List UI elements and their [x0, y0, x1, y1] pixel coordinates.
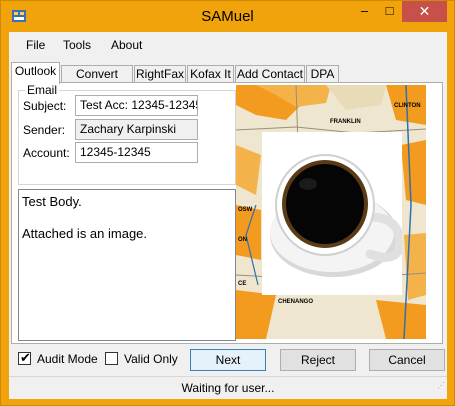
- account-label: Account:: [23, 146, 70, 160]
- tab-add-contact[interactable]: Add Contact: [235, 65, 305, 83]
- tab-page-outlook: Email Subject: Test Acc: 12345-12345 Sen…: [11, 82, 443, 344]
- valid-only-box[interactable]: [105, 352, 118, 365]
- account-field[interactable]: 12345-12345: [75, 142, 198, 163]
- cancel-button[interactable]: Cancel: [369, 349, 445, 371]
- map-label-osw: OSW: [238, 207, 253, 213]
- minimize-button[interactable]: ‒: [352, 1, 377, 22]
- valid-only-label: Valid Only: [124, 352, 178, 366]
- map-label-franklin: FRANKLIN: [330, 119, 361, 125]
- resize-grip-icon[interactable]: ⋰: [437, 375, 445, 397]
- coffee-mug-image: [262, 132, 402, 295]
- tab-convert-files[interactable]: Convert Files: [61, 65, 133, 97]
- tab-kofax-it[interactable]: Kofax It: [187, 65, 234, 83]
- audit-mode-label: Audit Mode: [37, 352, 98, 366]
- client-area: File Tools About Outlook Convert Files R…: [9, 32, 447, 399]
- map-label-clinton: CLINTON: [394, 103, 421, 109]
- body-line-1: Test Body.: [22, 194, 82, 209]
- tab-dpa[interactable]: DPA: [306, 65, 339, 83]
- body-line-2: Attached is an image.: [22, 226, 148, 241]
- email-group-label: Email: [25, 83, 60, 97]
- menu-tools[interactable]: Tools: [63, 38, 91, 52]
- email-body[interactable]: Test Body. Attached is an image.: [18, 189, 236, 341]
- checkmark-icon: ✔: [20, 350, 31, 365]
- app-window: SAMuel ‒ □ ✕ File Tools About Outlook Co…: [0, 0, 455, 406]
- sender-label: Sender:: [23, 123, 66, 137]
- tab-rightfax[interactable]: RightFax: [134, 65, 186, 83]
- map-label-on: ON: [238, 237, 247, 243]
- map-label-ce: CE: [238, 281, 246, 287]
- audit-mode-box[interactable]: ✔: [18, 350, 31, 365]
- tab-outlook[interactable]: Outlook: [11, 62, 60, 84]
- sender-field[interactable]: Zachary Karpinski: [75, 119, 198, 140]
- attachment-preview[interactable]: FRANKLIN CLINTON CHENANGO OSW ON CE: [236, 85, 426, 339]
- reject-button[interactable]: Reject: [280, 349, 356, 371]
- menu-bar: File Tools About: [9, 32, 447, 57]
- title-bar[interactable]: SAMuel ‒ □ ✕: [1, 1, 454, 32]
- maximize-button[interactable]: □: [377, 1, 402, 22]
- next-button[interactable]: Next: [190, 349, 266, 371]
- menu-about[interactable]: About: [111, 38, 142, 52]
- subject-label: Subject:: [23, 99, 67, 113]
- status-text: Waiting for user...: [181, 381, 275, 395]
- status-bar: Waiting for user... ⋰: [9, 376, 447, 399]
- subject-field[interactable]: Test Acc: 12345-12345: [75, 95, 198, 116]
- email-group: Email Subject: Test Acc: 12345-12345 Sen…: [18, 83, 236, 185]
- audit-mode-checkbox[interactable]: ✔ Audit Mode: [18, 350, 113, 367]
- map-label-chenango: CHENANGO: [278, 299, 313, 305]
- close-button[interactable]: ✕: [402, 1, 447, 22]
- tab-strip: Outlook Convert Files RightFax Kofax It …: [9, 62, 447, 97]
- menu-file[interactable]: File: [26, 38, 45, 52]
- valid-only-checkbox[interactable]: Valid Only: [105, 351, 185, 367]
